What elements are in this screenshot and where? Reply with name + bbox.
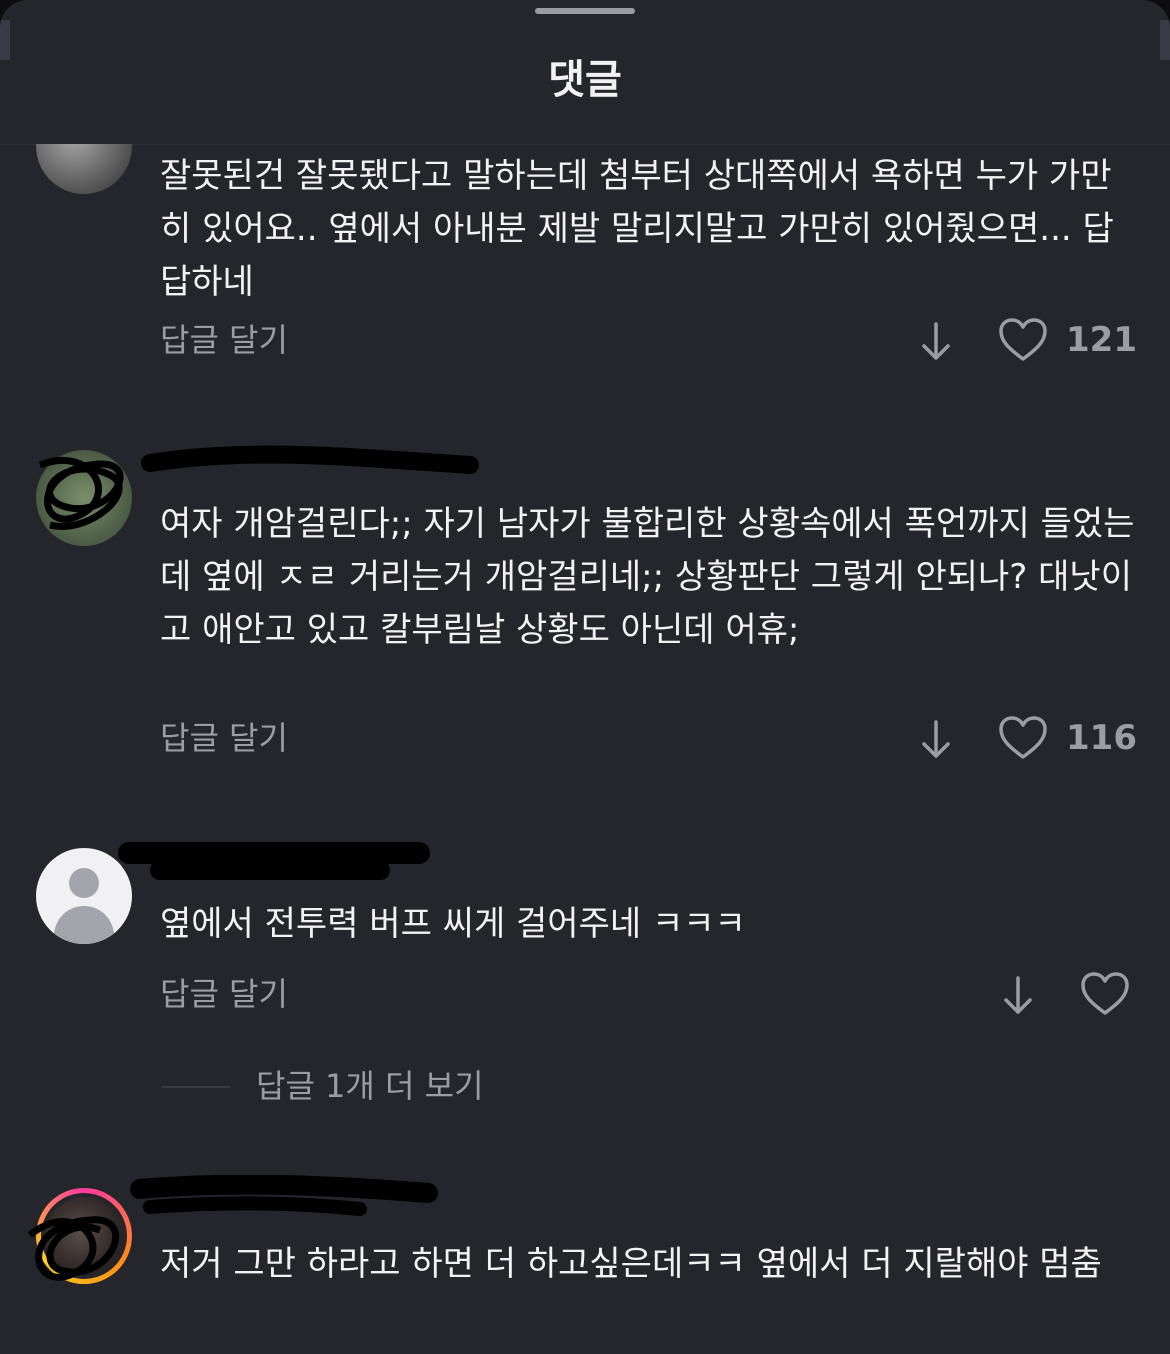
- avatar-head: [69, 868, 99, 898]
- redacted-username: [150, 860, 390, 880]
- comment-text: 여자 개암걸린다;; 자기 남자가 불합리한 상황속에서 폭언까지 들었는데 옆…: [160, 504, 1135, 650]
- heart-icon[interactable]: [998, 317, 1048, 363]
- heart-icon[interactable]: [998, 715, 1048, 761]
- view-replies-line: [162, 1086, 230, 1088]
- like-count: 116: [1066, 718, 1137, 758]
- like-count: 121: [1066, 320, 1137, 360]
- drag-handle[interactable]: [535, 8, 635, 14]
- reply-button[interactable]: 답글 달기: [160, 974, 288, 1014]
- default-user-avatar-icon[interactable]: [36, 848, 132, 944]
- comments-sheet: 댓글 잘못된건 잘못됐다고 말하는데 첨부터 상대쪽에서 욕하면 누가 가만히 …: [0, 0, 1170, 1354]
- user-avatar[interactable]: [36, 144, 132, 194]
- reply-button[interactable]: 답글 달기: [160, 718, 288, 758]
- arrow-down-icon[interactable]: [916, 320, 956, 364]
- view-more-replies-button[interactable]: 답글 1개 더 보기: [256, 1066, 484, 1106]
- arrow-down-icon[interactable]: [998, 974, 1038, 1018]
- comment-text: 옆에서 전투력 버프 씨게 걸어주네 ㅋㅋㅋ: [160, 904, 746, 944]
- heart-icon[interactable]: [1080, 971, 1130, 1017]
- comment-text: 저거 그만 하라고 하면 더 하고싶은데ㅋㅋ 옆에서 더 지랄해야 멈춤: [160, 1244, 1102, 1284]
- comment-text: 잘못된건 잘못됐다고 말하는데 첨부터 상대쪽에서 욕하면 누가 가만히 있어요…: [160, 156, 1114, 302]
- arrow-down-icon[interactable]: [916, 718, 956, 762]
- reply-button[interactable]: 답글 달기: [160, 320, 288, 360]
- header-divider: [0, 144, 1170, 145]
- sheet-title: 댓글: [548, 57, 622, 103]
- avatar-body: [54, 906, 114, 944]
